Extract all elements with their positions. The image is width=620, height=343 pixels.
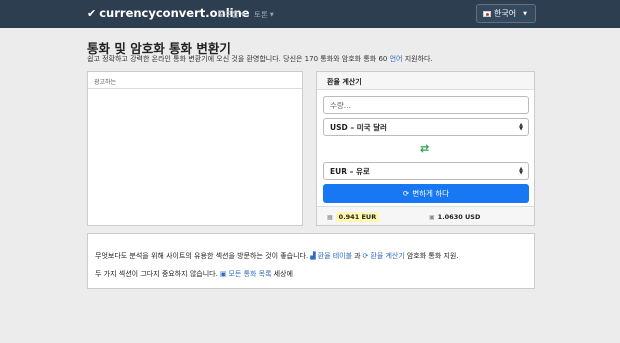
result-reverse-value: 1.0630 USD xyxy=(437,213,481,221)
rates-table-label: 환율 테이블 xyxy=(317,252,353,260)
result-reverse: ▣ 1.0630 USD xyxy=(429,213,480,221)
info-line-1-text: 무엇보다도 분석을 위해 사이트의 유용한 섹션을 방문하는 것이 좋습니다. xyxy=(95,252,309,260)
info-box: 무엇보다도 분석을 위해 사이트의 유용한 섹션을 방문하는 것이 좋습니다. … xyxy=(87,233,535,289)
caret-down-icon: ▼ xyxy=(523,10,527,17)
currency-list-label: 모든 통화 목록 xyxy=(228,270,272,278)
info-line-2: 두 가지 섹션이 그다지 중요하지 않습니다. ▣ 모든 통화 목록 세상에 xyxy=(95,269,293,279)
convert-button-label: 변하게 하다 xyxy=(412,189,450,198)
languages-link[interactable]: 언어 xyxy=(390,55,403,63)
caret-down-icon: ▼ xyxy=(269,11,274,18)
tools-menu-label: 도구들 xyxy=(218,10,239,19)
converter-title: 환율 계산기 xyxy=(327,78,362,86)
coin-icon: ▦ xyxy=(327,213,333,221)
ad-panel: 광고하는 xyxy=(87,71,303,226)
from-currency-value: USD – 미국 달러 xyxy=(330,122,387,132)
to-currency-value: EUR – 유로 xyxy=(330,166,370,176)
refresh-icon: ⟳ xyxy=(362,252,369,260)
rate-calculator-link[interactable]: ⟳ 환율 계산기 xyxy=(363,251,405,261)
discussion-menu[interactable]: 토론 ▼ xyxy=(254,9,274,20)
divider xyxy=(88,88,302,89)
result-forward-value: 0.941 EUR xyxy=(335,212,380,222)
info-line-1: 무엇보다도 분석을 위해 사이트의 유용한 섹션을 방문하는 것이 좋습니다. … xyxy=(95,251,459,261)
korea-flag-icon xyxy=(483,10,491,17)
info-line-1-tail: 암호화 통화 지원. xyxy=(406,252,459,260)
info-line-2-tail: 세상에 xyxy=(273,270,293,278)
chart-icon: ▟ xyxy=(310,252,316,260)
money-icon: ▣ xyxy=(219,270,227,278)
language-dropdown[interactable]: 한국어 ▼ xyxy=(476,4,536,23)
converter-body: 수량... USD – 미국 달러 ▲ ▼ ⇄ EUR – 유로 ▲ ▼ ⟳ 변하게… xyxy=(317,89,534,207)
intro-text: 쉽고 정확하고 강력한 온라인 통화 변환기에 오신 것을 환영합니다. 당신은… xyxy=(87,54,433,64)
select-arrows-icon: ▲ ▼ xyxy=(519,122,523,132)
swap-icon[interactable]: ⇄ xyxy=(420,142,429,155)
rate-calculator-label: 환율 계산기 xyxy=(370,252,405,260)
info-line-2-text: 두 가지 섹션이 그다지 중요하지 않습니다. xyxy=(95,270,218,278)
refresh-icon: ⟳ xyxy=(402,189,410,198)
caret-down-icon: ▼ xyxy=(240,11,245,18)
intro-before: 쉽고 정확하고 강력한 온라인 통화 변환기에 오신 것을 환영합니다. 당신은… xyxy=(87,55,388,63)
convert-button[interactable]: ⟳ 변하게 하다 xyxy=(323,184,529,203)
tools-menu[interactable]: 도구들 ▼ xyxy=(218,9,245,20)
from-currency-select[interactable]: USD – 미국 달러 ▲ ▼ xyxy=(323,118,529,136)
intro-after: 지원하다. xyxy=(404,55,433,63)
navbar: ✔ currencyconvert.online 도구들 ▼ 토론 ▼ 한국어 … xyxy=(0,0,620,28)
to-currency-select[interactable]: EUR – 유로 ▲ ▼ xyxy=(323,162,529,180)
discussion-menu-label: 토론 xyxy=(254,10,268,19)
coin-icon: ▣ xyxy=(429,213,435,221)
select-arrows-icon: ▲ ▼ xyxy=(519,166,523,176)
amount-input[interactable]: 수량... xyxy=(323,96,529,114)
result-row: ▦ 0.941 EUR ▣ 1.0630 USD xyxy=(317,209,534,225)
result-forward: ▦ 0.941 EUR xyxy=(327,212,380,222)
currency-list-link[interactable]: ▣ 모든 통화 목록 xyxy=(220,269,272,279)
info-and: 과 xyxy=(354,252,361,260)
converter-panel: 환율 계산기 수량... USD – 미국 달러 ▲ ▼ ⇄ EUR – 유로 ▲… xyxy=(316,71,535,226)
rates-table-link[interactable]: ▟ 환율 테이블 xyxy=(310,251,352,261)
language-label: 한국어 xyxy=(494,9,517,18)
check-icon: ✔ xyxy=(87,6,97,20)
ad-label: 광고하는 xyxy=(94,79,117,86)
